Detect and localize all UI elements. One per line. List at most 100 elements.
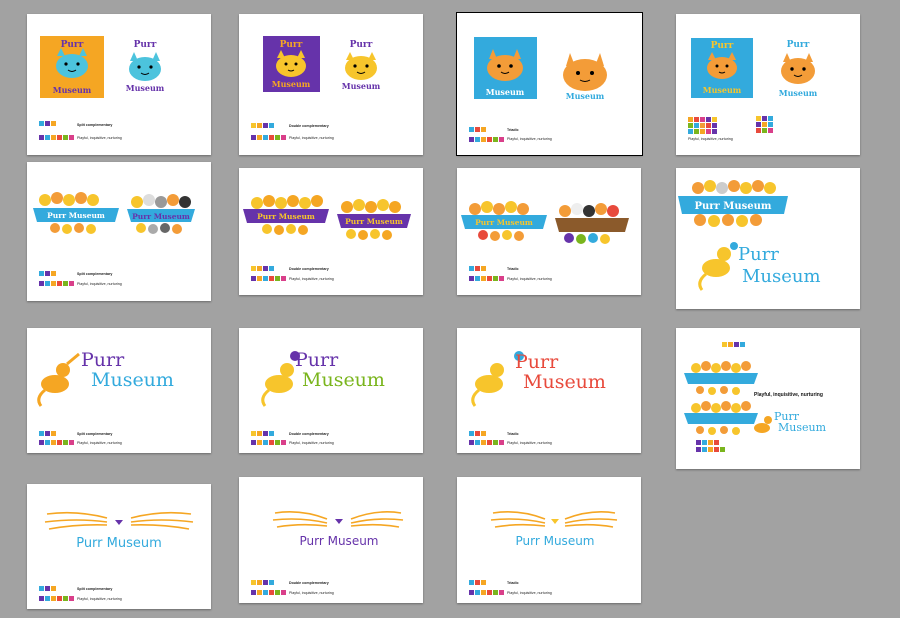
tagline: Playful, inquisitive, nurturing [507, 137, 552, 141]
svg-text:Purr Museum: Purr Museum [695, 201, 772, 212]
slide-2-artwork: Purr Museum Purr Museum [263, 36, 381, 92]
slide-14[interactable]: Purr Museum Double complementary Playful… [239, 477, 423, 603]
color-swatches [469, 266, 486, 271]
svg-text:Museum: Museum [272, 79, 311, 89]
svg-text:Museum: Museum [566, 91, 605, 101]
color-swatches [39, 586, 56, 591]
slide-12-artwork: Purr Museum [684, 342, 827, 452]
slide-3-artwork: Museum Museum [474, 37, 607, 101]
color-swatches [251, 266, 274, 271]
svg-text:Museum: Museum [742, 266, 821, 287]
cat-face-icon [563, 53, 607, 91]
tagline: Playful, inquisitive, nurturing [507, 441, 552, 445]
svg-text:Museum: Museum [342, 81, 381, 91]
scheme-label: Triadic [507, 128, 519, 132]
cat-row [131, 194, 191, 208]
scheme-label: Double complementary [289, 432, 329, 436]
scheme-label: Triadic [507, 267, 519, 271]
scheme-label: Split complementary [77, 432, 113, 436]
nose-icon [335, 519, 343, 524]
cat-row [559, 203, 619, 217]
tagline: Playful, inquisitive, nurturing [289, 136, 334, 140]
slide-10[interactable]: Purr Museum Double complementary Playful… [239, 328, 423, 453]
cat-row [691, 401, 751, 413]
cat-face-icon [345, 52, 377, 80]
cat-row [39, 192, 99, 206]
palette-grid [722, 342, 745, 347]
svg-text:Purr: Purr [350, 40, 373, 50]
slide-5[interactable]: Purr Museum Purr Museum Split complement… [27, 162, 211, 301]
svg-text:Purr: Purr [738, 244, 779, 265]
color-swatches [469, 590, 504, 595]
color-swatches [39, 440, 74, 445]
svg-text:Purr: Purr [61, 40, 84, 50]
color-swatches [251, 276, 286, 281]
color-swatches [39, 121, 56, 126]
slide-4[interactable]: Purr Museum Purr Museum Playful, inquisi… [676, 14, 860, 155]
cat-row [469, 201, 529, 215]
slide-11[interactable]: Purr Museum Triadic Playful, inquisitive… [457, 328, 641, 453]
slide-2[interactable]: Purr Museum Purr Museum Double complemen… [239, 14, 423, 155]
color-swatches [469, 127, 486, 132]
slide-12[interactable]: Purr Museum Playful, inquisitive, nurtur… [676, 328, 860, 469]
svg-text:Purr Museum: Purr Museum [516, 534, 595, 548]
cat-row [341, 199, 401, 213]
tagline: Playful, inquisitive, nurturing [289, 277, 334, 281]
tagline: Playful, inquisitive, nurturing [77, 136, 122, 140]
svg-text:Museum: Museum [91, 369, 174, 391]
svg-text:Museum: Museum [779, 88, 818, 98]
tagline: Playful, inquisitive, nurturing [77, 597, 122, 601]
color-swatches [39, 596, 74, 601]
tagline: Playful, inquisitive, nurturing [77, 282, 122, 286]
svg-text:Museum: Museum [486, 87, 525, 97]
cat-face-icon [129, 52, 161, 81]
color-swatches [469, 137, 504, 142]
svg-text:Purr: Purr [295, 349, 339, 371]
svg-text:Purr Museum: Purr Museum [76, 536, 162, 551]
color-swatches [39, 431, 56, 436]
svg-text:Museum: Museum [778, 421, 827, 434]
tagline: Playful, inquisitive, nurturing [507, 591, 552, 595]
cat-row [691, 361, 751, 373]
scheme-label: Triadic [507, 581, 519, 585]
svg-text:Purr Museum: Purr Museum [475, 218, 533, 227]
scheme-label: Double complementary [289, 124, 329, 128]
color-swatches [39, 281, 74, 286]
svg-text:Museum: Museum [523, 371, 606, 393]
svg-text:Purr: Purr [787, 40, 810, 50]
slide-8[interactable]: Purr Museum Purr Museum [676, 168, 860, 309]
palette-grid [696, 440, 725, 452]
scheme-label: Triadic [507, 432, 519, 436]
palette-grid [688, 116, 773, 134]
svg-text:Purr Museum: Purr Museum [132, 212, 190, 221]
slide-4-artwork: Purr Museum Purr Museum [688, 38, 818, 134]
color-swatches [251, 123, 274, 128]
slide-8-artwork: Purr Museum Purr Museum [678, 180, 821, 291]
color-swatches [251, 580, 274, 585]
slide-6[interactable]: Purr Museum Purr Museum Double complemen… [239, 168, 423, 295]
slide-3[interactable]: Museum Museum Triadic Playful, inquisiti… [456, 12, 643, 156]
tagline: Playful, inquisitive, nurturing [688, 137, 733, 141]
scheme-label: Split complementary [77, 272, 113, 276]
cat-figure-icon [754, 416, 772, 433]
nose-icon [551, 519, 559, 524]
color-swatches [251, 135, 286, 140]
nose-icon [115, 520, 123, 525]
slide-13[interactable]: Purr Museum Split complementary Playful,… [27, 484, 211, 609]
slide-1[interactable]: Purr Museum Purr Museum Split complement… [27, 14, 211, 155]
tagline: Playful, inquisitive, nurturing [507, 277, 552, 281]
tagline: Playful, inquisitive, nurturing [754, 392, 823, 398]
svg-text:Purr: Purr [81, 349, 125, 371]
svg-text:Purr: Purr [134, 40, 157, 50]
slide-9[interactable]: Purr Museum Split complementary Playful,… [27, 328, 211, 453]
color-swatches [39, 271, 56, 276]
slide-15[interactable]: Purr Museum Triadic Playful, inquisitive… [457, 477, 641, 603]
color-swatches [251, 431, 274, 436]
slide-7[interactable]: Purr Museum Triadic Playful, inquisitive… [457, 168, 641, 295]
svg-text:Purr: Purr [515, 351, 559, 373]
cat-figure-icon [37, 352, 80, 407]
tagline: Playful, inquisitive, nurturing [289, 441, 334, 445]
color-swatches [469, 440, 504, 445]
svg-text:Museum: Museum [53, 85, 92, 95]
svg-text:Purr Museum: Purr Museum [257, 212, 315, 221]
